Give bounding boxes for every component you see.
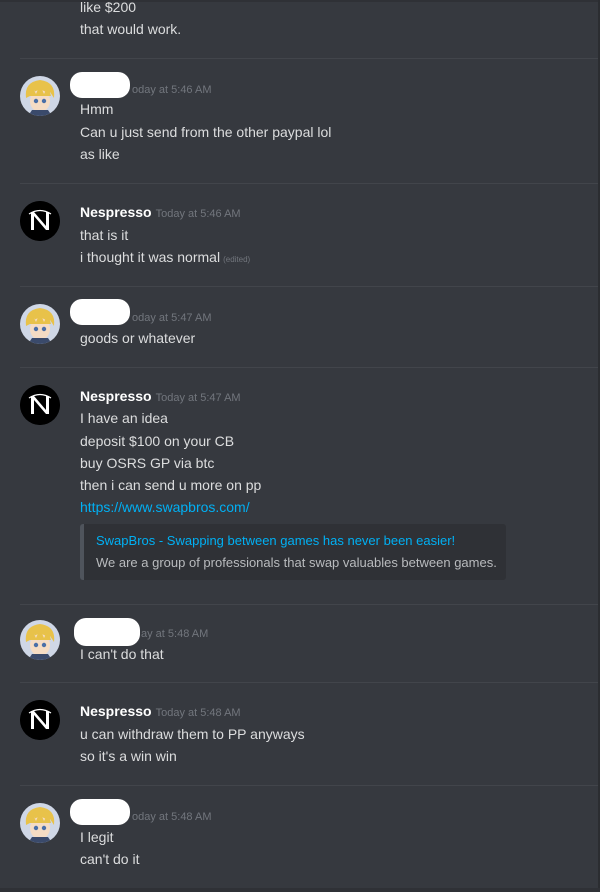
anime-character-avatar[interactable] [20,803,60,843]
anime-character-avatar[interactable] [20,304,60,344]
message-group: Nespresso Today at 5:46 AM that is it i t… [0,183,598,286]
message-line: i thought it was normal (edited) [80,248,250,269]
redaction-mark [70,799,130,825]
message-group: oday at 5:47 AM goods or whatever [0,286,598,367]
message-header: oday at 5:46 AM [132,80,212,98]
message-line: I have an idea [80,410,168,426]
message-line: I legit [80,829,114,845]
message-timestamp: Today at 5:48 AM [155,707,241,719]
message-header: Nespresso Today at 5:46 AM [80,204,241,222]
message-group: ay at 5:48 AM I can't do that [0,604,598,682]
message-line: then i can send u more on pp [80,477,262,493]
message-line: goods or whatever [80,330,196,346]
message-line: Can u just send from the other paypal lo… [80,124,332,140]
redaction-mark [70,299,130,325]
message-line: like $200 [80,0,137,15]
message-link[interactable]: https://www.swapbros.com/ [80,499,250,515]
embed-description: We are a group of professionals that swa… [96,555,497,570]
redaction-mark [74,618,140,646]
message-line: u can withdraw them to PP anyways [80,726,305,742]
message-author[interactable]: Nespresso [80,388,152,404]
nespresso-logo-avatar[interactable] [20,385,60,425]
edited-label: (edited) [223,255,251,264]
message-line: so it's a win win [80,748,177,764]
message-group: like $200 that would work. [0,0,598,58]
message-timestamp: ay at 5:48 AM [141,628,209,640]
message-text: i thought it was normal [80,249,221,265]
nespresso-logo-avatar[interactable] [20,201,60,241]
message-timestamp: oday at 5:47 AM [132,312,212,324]
nespresso-logo-avatar[interactable] [20,700,60,740]
message-timestamp: Today at 5:47 AM [155,392,241,404]
chat-message-list[interactable]: like $200 that would work. oday at 5:46 … [0,0,600,892]
message-group: oday at 5:48 AM I legit can't do it [0,785,598,888]
message-author[interactable]: Nespresso [80,703,152,719]
link-embed: SwapBros - Swapping between games has ne… [80,524,506,580]
message-link-line: https://www.swapbros.com/ [80,498,250,516]
message-line: that would work. [80,21,182,37]
message-header: oday at 5:48 AM [132,807,212,825]
bottom-border [0,888,600,892]
anime-character-avatar[interactable] [20,76,60,116]
message-line: buy OSRS GP via btc [80,455,215,471]
embed-title[interactable]: SwapBros - Swapping between games has ne… [96,533,455,548]
message-line: that is it [80,227,129,243]
message-line: can't do it [80,851,140,867]
message-author[interactable]: Nespresso [80,204,152,220]
message-header: ay at 5:48 AM [141,624,208,642]
message-group: Nespresso Today at 5:47 AM I have an idea… [0,367,598,604]
message-timestamp: oday at 5:46 AM [132,84,212,96]
message-line: deposit $100 on your CB [80,433,235,449]
message-header: Nespresso Today at 5:47 AM [80,388,241,406]
anime-character-avatar[interactable] [20,620,60,660]
message-group: Nespresso Today at 5:48 AM u can withdraw… [0,682,598,785]
message-line: as like [80,146,120,162]
redaction-mark [70,72,130,98]
message-timestamp: Today at 5:46 AM [155,208,241,220]
message-line: Hmm [80,101,114,117]
message-timestamp: oday at 5:48 AM [132,811,212,823]
message-line: I can't do that [80,646,164,662]
message-header: Nespresso Today at 5:48 AM [80,703,241,721]
message-group: oday at 5:46 AM Hmm Can u just send from… [0,58,598,183]
message-header: oday at 5:47 AM [132,308,212,326]
